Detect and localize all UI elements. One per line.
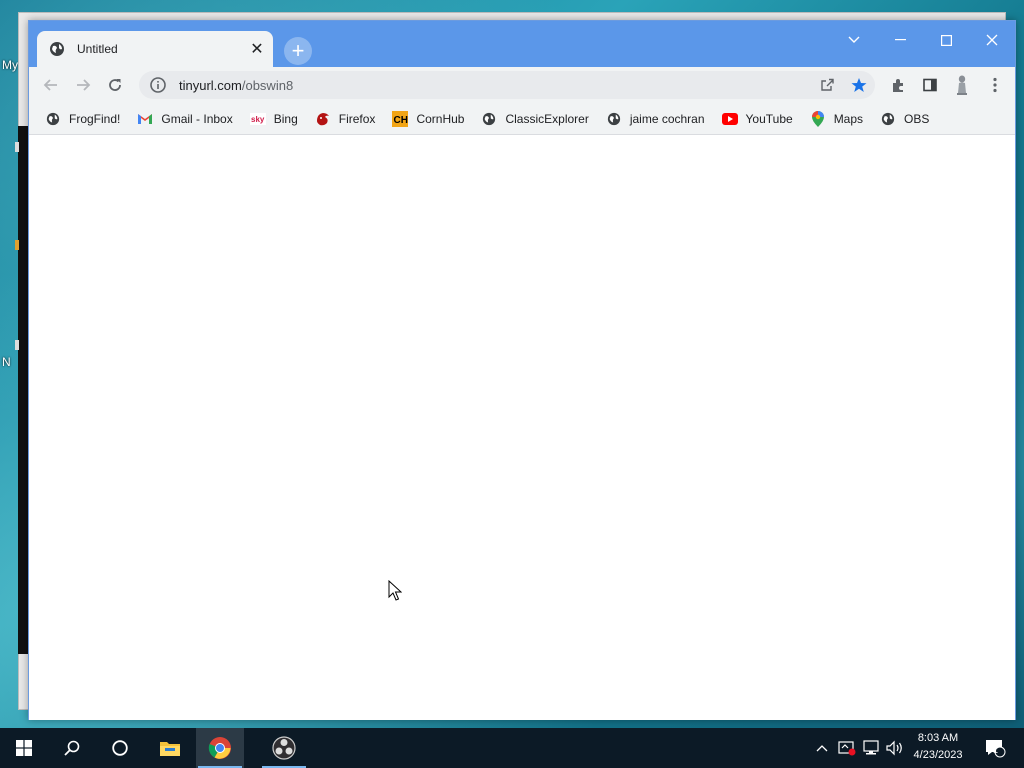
globe-icon — [880, 111, 896, 127]
network-tray-button[interactable] — [860, 728, 882, 768]
obs-icon — [272, 736, 296, 760]
svg-text:CH: CH — [394, 115, 408, 126]
browser-window: Untitled ✕ + tinyurl.com/obswin8 FrogFin… — [28, 20, 1016, 720]
bookmark-label: YouTube — [745, 111, 793, 126]
url-text[interactable]: tinyurl.com/obswin8 — [179, 78, 293, 93]
bookmark-bing[interactable]: sky Bing — [246, 107, 302, 131]
url-host: tinyurl.com — [179, 77, 242, 93]
background-window-strip — [18, 126, 28, 654]
info-icon[interactable] — [149, 76, 167, 94]
ch-icon: CH — [392, 110, 409, 127]
bookmark-label: Gmail - Inbox — [161, 111, 233, 126]
bookmark-firefox[interactable]: Firefox — [311, 107, 380, 131]
svg-text:sky: sky — [251, 115, 265, 124]
bookmark-label: jaime cochran — [629, 111, 705, 126]
tab-untitled[interactable]: Untitled ✕ — [37, 31, 273, 67]
bookmark-cornhub[interactable]: CH CornHub — [388, 107, 468, 131]
bookmark-classicexplorer[interactable]: ClassicExplorer — [477, 107, 592, 131]
globe-icon — [481, 111, 497, 127]
globe-icon — [606, 111, 622, 127]
bookmark-maps[interactable]: Maps — [806, 107, 867, 131]
file-explorer-button[interactable] — [146, 728, 194, 768]
windows-icon — [16, 740, 32, 756]
start-button[interactable] — [0, 728, 48, 768]
bookmark-label: Maps — [833, 111, 864, 126]
bookmark-label: CornHub — [416, 111, 465, 126]
background-window-mark — [15, 142, 19, 152]
profile-avatar[interactable] — [948, 71, 976, 99]
maps-icon — [810, 110, 826, 127]
gmail-icon — [137, 111, 153, 127]
toolbar: tinyurl.com/obswin8 — [29, 67, 1015, 103]
clock-date: 4/23/2023 — [913, 749, 963, 761]
obs-taskbar-button[interactable] — [260, 728, 308, 768]
maximize-button[interactable] — [923, 25, 969, 55]
clock-time: 8:03 AM — [917, 732, 959, 744]
notification-badge: 1 — [993, 745, 999, 755]
security-icon — [838, 741, 856, 756]
youtube-icon — [721, 111, 738, 127]
background-window-mark — [15, 340, 19, 350]
cortana-icon — [112, 740, 128, 756]
url-path: /obswin8 — [241, 77, 294, 93]
show-hidden-icons-button[interactable] — [812, 728, 832, 768]
tab-title: Untitled — [77, 42, 118, 56]
tab-search-icon[interactable] — [831, 25, 877, 55]
new-tab-button[interactable]: + — [284, 37, 312, 65]
bookmarks-bar: FrogFind! Gmail - Inbox sky Bing Firefox… — [29, 103, 1015, 135]
bookmark-gmail[interactable]: Gmail - Inbox — [133, 107, 236, 131]
menu-icon[interactable] — [981, 71, 1009, 99]
security-tray-button[interactable] — [836, 728, 858, 768]
address-bar[interactable]: tinyurl.com/obswin8 — [139, 71, 875, 99]
close-window-button[interactable] — [969, 25, 1015, 55]
cortana-button[interactable] — [96, 728, 144, 768]
search-button[interactable] — [48, 728, 96, 768]
search-icon — [64, 740, 80, 756]
minimize-button[interactable] — [877, 25, 923, 55]
globe-icon — [45, 111, 61, 127]
bookmark-jaime-cochran[interactable]: jaime cochran — [602, 107, 709, 131]
desktop-icon-label[interactable]: N — [2, 355, 11, 369]
chevron-up-icon — [816, 745, 828, 752]
reload-button[interactable] — [101, 71, 129, 99]
extensions-icon[interactable] — [884, 71, 912, 99]
bookmark-frogfind[interactable]: FrogFind! — [41, 107, 124, 131]
bookmark-label: OBS — [904, 111, 930, 126]
bookmark-label: Firefox — [338, 111, 376, 126]
desktop-icon-label[interactable]: My — [2, 58, 18, 72]
share-icon[interactable] — [813, 71, 841, 99]
taskbar: 8:03 AM 4/23/2023 1 1 — [0, 728, 1024, 768]
forward-button[interactable] — [69, 71, 97, 99]
bookmark-obs[interactable]: OBS — [876, 107, 933, 131]
network-icon — [863, 740, 879, 755]
bookmark-youtube[interactable]: YouTube — [718, 107, 797, 131]
background-window-mark — [15, 240, 19, 250]
folder-icon — [160, 742, 180, 756]
chrome-icon — [208, 737, 231, 759]
bookmark-star-icon[interactable] — [845, 71, 873, 99]
chrome-taskbar-button[interactable] — [196, 728, 244, 768]
firefox-icon — [315, 111, 331, 127]
close-tab-icon[interactable]: ✕ — [247, 39, 267, 59]
page-content[interactable] — [29, 136, 1015, 720]
bookmark-label: FrogFind! — [69, 111, 121, 126]
sky-icon: sky — [249, 111, 266, 127]
bookmark-label: Bing — [273, 111, 298, 126]
clock[interactable]: 8:03 AM 4/23/2023 — [900, 730, 976, 766]
bookmark-label: ClassicExplorer — [505, 111, 589, 126]
title-bar[interactable]: Untitled ✕ + — [29, 21, 1015, 67]
globe-icon — [50, 42, 64, 56]
mouse-cursor-icon — [388, 580, 402, 601]
side-panel-icon[interactable] — [916, 71, 944, 99]
back-button[interactable] — [37, 71, 65, 99]
